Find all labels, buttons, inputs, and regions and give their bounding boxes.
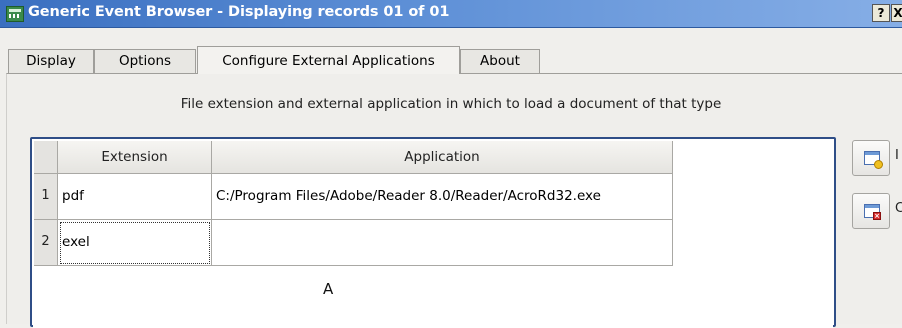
extension-cell[interactable]: pdf <box>58 174 212 220</box>
window-title: Generic Event Browser - Displaying recor… <box>28 4 450 20</box>
row-header[interactable]: 2 <box>34 220 58 266</box>
table-corner[interactable] <box>34 141 58 174</box>
delete-row-label: C <box>895 201 902 216</box>
column-header-extension[interactable]: Extension <box>58 141 212 174</box>
add-row-button[interactable] <box>852 140 890 176</box>
close-button[interactable]: X <box>891 4 902 22</box>
delete-row-button[interactable]: × <box>852 193 890 229</box>
table-grid: Extension Application 1 pdf C:/Program F… <box>33 140 833 328</box>
help-button[interactable]: ? <box>872 4 890 22</box>
event-browser-icon <box>6 6 24 22</box>
add-row-label: I <box>895 148 899 163</box>
tab-display[interactable]: Display <box>8 49 94 73</box>
extensions-table: Extension Application 1 pdf C:/Program F… <box>30 137 836 328</box>
extension-cell[interactable]: exel <box>58 220 212 266</box>
description-text: File extension and external application … <box>180 96 722 112</box>
column-header-application[interactable]: Application <box>212 141 673 174</box>
application-cell[interactable]: C:/Program Files/Adobe/Reader 8.0/Reader… <box>212 174 673 220</box>
title-bar: Generic Event Browser - Displaying recor… <box>0 0 902 28</box>
row-header[interactable]: 1 <box>34 174 58 220</box>
annotation-label: A <box>323 280 334 298</box>
application-cell[interactable] <box>212 220 673 266</box>
tab-about[interactable]: About <box>460 49 540 73</box>
delete-badge-icon: × <box>873 212 881 220</box>
tab-options[interactable]: Options <box>94 49 196 73</box>
add-badge-icon <box>874 160 883 169</box>
tab-configure-external-applications[interactable]: Configure External Applications <box>197 46 460 74</box>
